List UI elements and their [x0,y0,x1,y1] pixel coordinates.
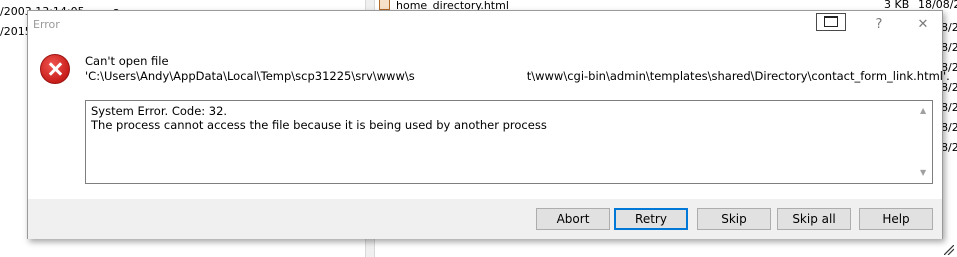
scroll-down-arrow-icon[interactable]: ▼ [920,166,926,180]
skip-button[interactable]: Skip [697,208,771,230]
skip-all-button[interactable]: Skip all [777,208,851,230]
redacted-path-segment [414,70,527,80]
titlebar-help-button[interactable]: ? [858,11,900,39]
dialog-title: Error [33,18,60,31]
window-pin-icon [824,16,838,27]
file-date: 8/2 [941,121,957,134]
minimize-to-background-button[interactable] [816,13,846,31]
error-message-title: Can't open file [85,54,169,68]
close-button[interactable]: ✕ [902,11,944,39]
path-prefix: 'C:\Users\Andy\AppData\Local\Temp\scp312… [85,69,415,83]
error-description-line: The process cannot access the file becau… [91,118,547,132]
file-date: 8/2 [941,41,957,54]
help-button[interactable]: Help [859,208,933,230]
scroll-up-arrow-icon[interactable]: ▲ [920,104,926,118]
error-details-box[interactable]: System Error. Code: 32. The process cann… [85,100,933,184]
path-suffix: t\www\cgi-bin\admin\templates\shared\Dir… [526,69,950,83]
dialog-button-bar: Abort Retry Skip Skip all Help [28,199,942,239]
file-date: 8/2 [941,141,957,154]
error-dialog: Error ? ✕ Can't open file 'C:\Users\Andy… [27,10,950,239]
dialog-titlebar[interactable]: Error ? ✕ [28,11,942,41]
html-file-icon [379,0,390,10]
error-icon [40,54,70,84]
details-scrollbar[interactable]: ▲ ▼ [916,101,932,183]
abort-button[interactable]: Abort [536,208,610,230]
file-date: 8/2 [941,101,957,114]
resize-grip-icon[interactable] [944,245,954,255]
error-code-line: System Error. Code: 32. [91,104,228,118]
retry-button[interactable]: Retry [614,208,688,230]
error-file-path: 'C:\Users\Andy\AppData\Local\Temp\scp312… [85,69,950,83]
